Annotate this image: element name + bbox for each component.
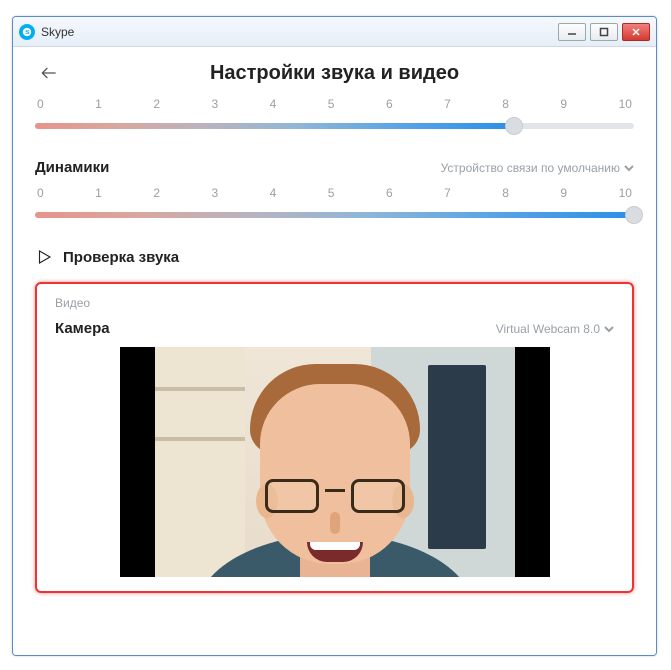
- back-button[interactable]: [35, 59, 63, 87]
- mic-ticks: 0 1 2 3 4 5 6 7 8 9 10: [35, 97, 634, 111]
- tick: 10: [619, 186, 632, 200]
- camera-device-dropdown[interactable]: Virtual Webcam 8.0: [496, 322, 614, 336]
- minimize-button[interactable]: [558, 23, 586, 41]
- window-controls: [558, 23, 650, 41]
- camera-preview: [120, 347, 550, 577]
- tick: 4: [270, 186, 277, 200]
- titlebar: Skype: [13, 17, 656, 47]
- page-title: Настройки звука и видео: [63, 62, 606, 85]
- tick: 2: [153, 97, 160, 111]
- camera-label: Камера: [55, 320, 110, 337]
- tick: 0: [37, 97, 44, 111]
- tick: 10: [619, 97, 632, 111]
- client-area: Настройки звука и видео 0 1 2 3 4 5 6 7 …: [13, 47, 656, 655]
- tick: 5: [328, 97, 335, 111]
- mic-thumb[interactable]: [505, 117, 523, 135]
- camera-row: Камера Virtual Webcam 8.0: [55, 320, 614, 337]
- tick: 0: [37, 186, 44, 200]
- test-sound-button[interactable]: Проверка звука: [35, 248, 634, 266]
- play-icon: [35, 248, 53, 266]
- close-button[interactable]: [622, 23, 650, 41]
- tick: 5: [328, 186, 335, 200]
- speakers-device-dropdown[interactable]: Устройство связи по умолчанию: [441, 161, 634, 175]
- window-title: Skype: [41, 25, 74, 39]
- chevron-down-icon: [624, 163, 634, 173]
- tick: 7: [444, 97, 451, 111]
- speakers-slider: 0 1 2 3 4 5 6 7 8 9 10: [35, 186, 634, 226]
- tick: 4: [270, 97, 277, 111]
- tick: 9: [560, 97, 567, 111]
- test-sound-label: Проверка звука: [63, 249, 179, 266]
- speakers-track[interactable]: [35, 202, 634, 226]
- tick: 7: [444, 186, 451, 200]
- video-section: Видео Камера Virtual Webcam 8.0: [35, 282, 634, 593]
- speakers-ticks: 0 1 2 3 4 5 6 7 8 9 10: [35, 186, 634, 200]
- speakers-device: Устройство связи по умолчанию: [441, 161, 620, 175]
- tick: 6: [386, 186, 393, 200]
- speakers-thumb[interactable]: [625, 206, 643, 224]
- speakers-label: Динамики: [35, 159, 109, 176]
- skype-icon: [19, 24, 35, 40]
- app-window: Skype Настройки звука и видео 0 1 2 3 4 …: [12, 16, 657, 656]
- tick: 8: [502, 97, 509, 111]
- tick: 1: [95, 97, 102, 111]
- tick: 3: [211, 97, 218, 111]
- camera-device: Virtual Webcam 8.0: [496, 322, 600, 336]
- maximize-button[interactable]: [590, 23, 618, 41]
- tick: 2: [153, 186, 160, 200]
- mic-track[interactable]: [35, 113, 634, 137]
- header-row: Настройки звука и видео: [35, 59, 634, 87]
- tick: 6: [386, 97, 393, 111]
- tick: 3: [211, 186, 218, 200]
- tick: 8: [502, 186, 509, 200]
- speakers-row: Динамики Устройство связи по умолчанию: [35, 159, 634, 176]
- video-heading: Видео: [55, 296, 614, 310]
- mic-slider: 0 1 2 3 4 5 6 7 8 9 10: [35, 97, 634, 137]
- tick: 9: [560, 186, 567, 200]
- tick: 1: [95, 186, 102, 200]
- chevron-down-icon: [604, 324, 614, 334]
